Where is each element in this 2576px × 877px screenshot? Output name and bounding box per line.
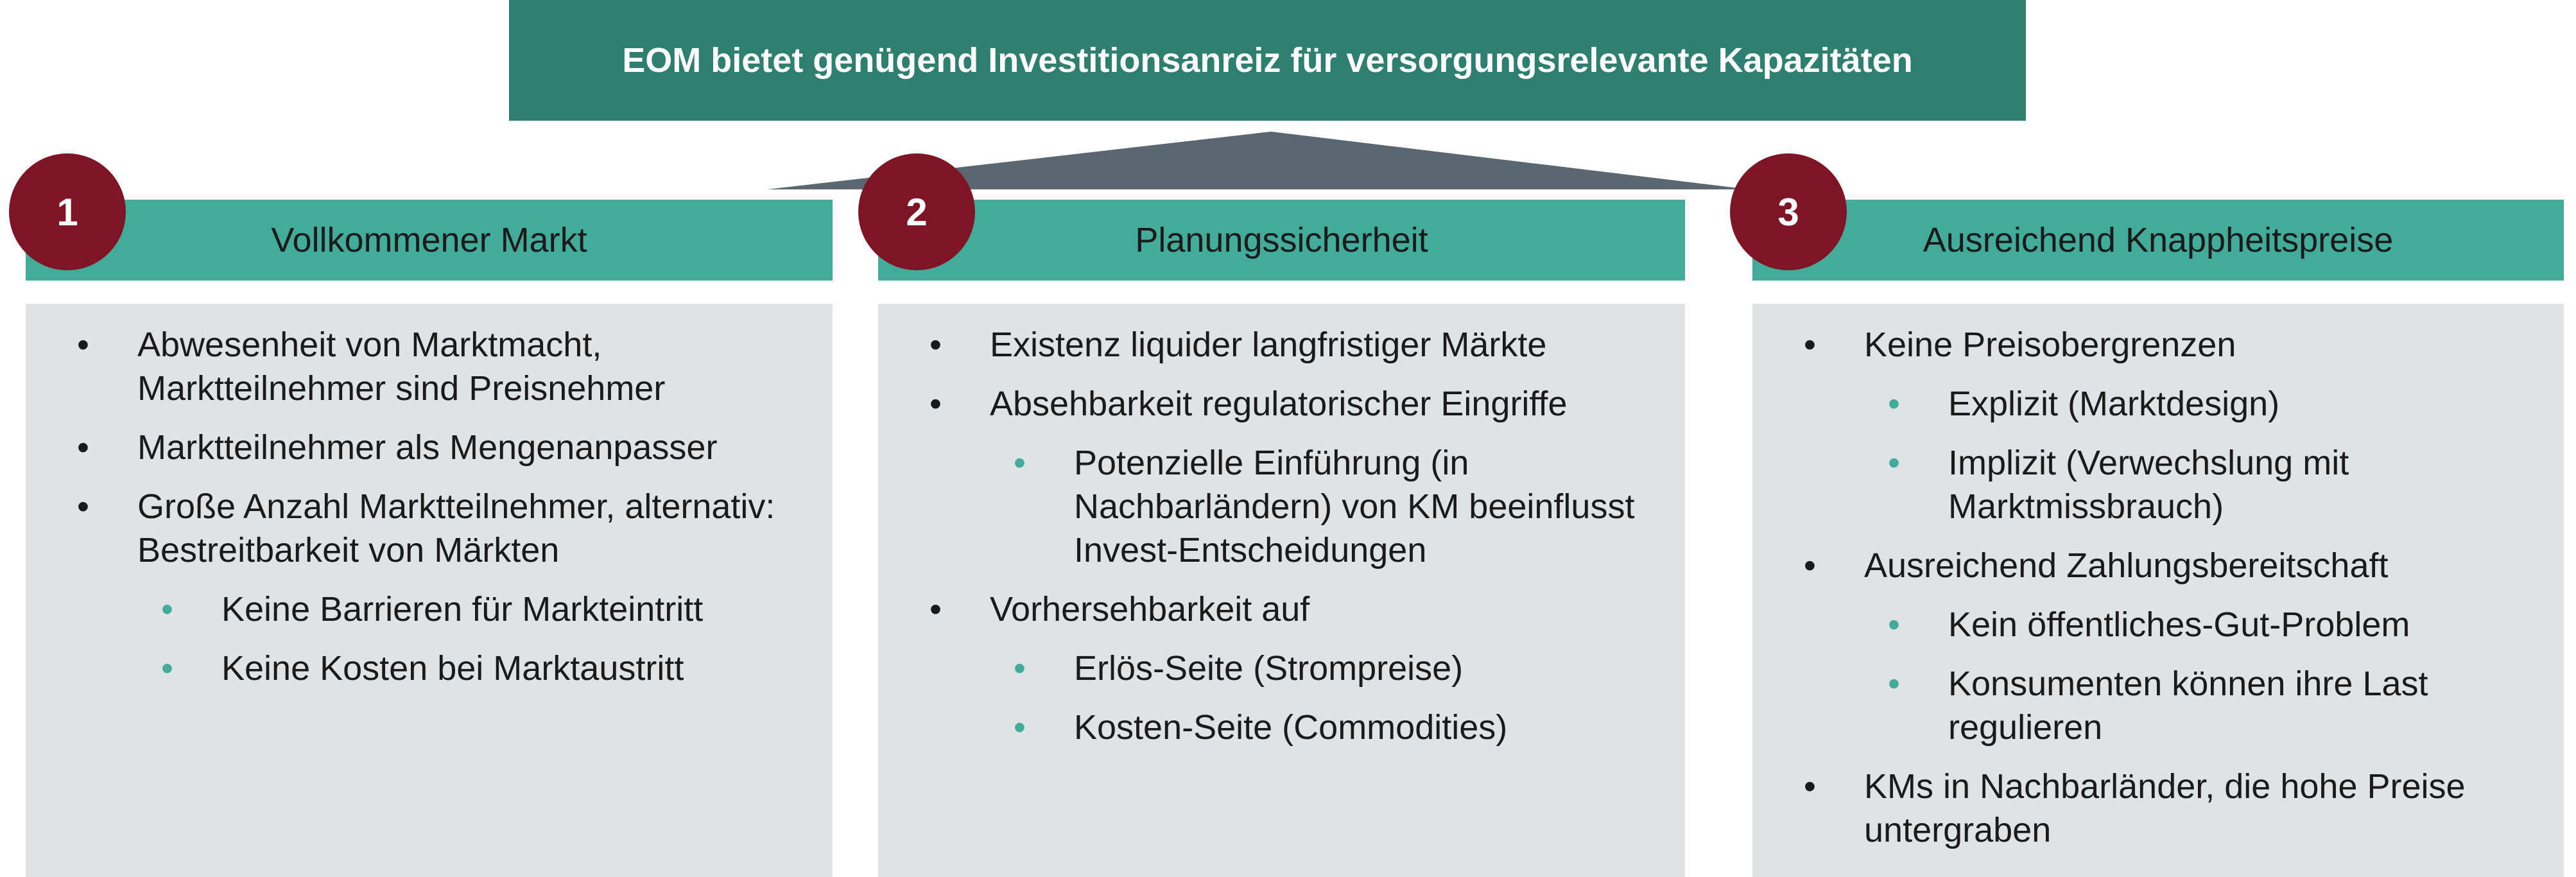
bullet-text: Keine Kosten bei Marktaustritt bbox=[221, 649, 684, 688]
bullet-text: Abwesenheit von Marktmacht, Marktteilneh… bbox=[137, 326, 666, 408]
bullet-text: Erlös-Seite (Strompreise) bbox=[1074, 649, 1464, 688]
pillar-title: Vollkommener Markt bbox=[271, 221, 587, 259]
bullet-icon: • bbox=[77, 428, 89, 467]
bullet-text: Existenz liquider langfristiger Märkte bbox=[990, 326, 1547, 364]
bullet-icon: • bbox=[1888, 664, 1900, 703]
bullet-icon: • bbox=[929, 326, 942, 364]
bullet-text: Explizit (Marktdesign) bbox=[1948, 385, 2280, 423]
bullet-text: Kosten-Seite (Commodities) bbox=[1074, 708, 1508, 747]
bullet-text: Konsumenten können ihre Last regulieren bbox=[1948, 664, 2428, 747]
sub-bullet-item: • Kosten-Seite (Commodities) bbox=[904, 706, 1666, 749]
bullet-icon: • bbox=[1014, 708, 1026, 747]
pillar-body: • Keine Preisobergrenzen • Explizit (Marktd… bbox=[1752, 304, 2564, 877]
roof-triangle bbox=[767, 132, 1749, 189]
sub-bullet-item: • Explizit (Marktdesign) bbox=[1778, 382, 2545, 426]
bullet-item: • Marktteilnehmer als Mengenanpasser bbox=[51, 426, 813, 469]
bullet-item: • Keine Preisobergrenzen bbox=[1778, 323, 2545, 367]
bullet-text: Kein öffentliches-Gut-Problem bbox=[1948, 605, 2410, 644]
bullet-item: • Große Anzahl Marktteilnehmer, alternati… bbox=[51, 485, 813, 572]
bullet-icon: • bbox=[929, 590, 942, 629]
bullet-icon: • bbox=[77, 326, 89, 364]
bullet-item: • KMs in Nachbarländer, die hohe Preise u… bbox=[1778, 765, 2545, 852]
pillar-number-badge: 1 bbox=[9, 153, 126, 270]
bullet-icon: • bbox=[161, 590, 173, 629]
bullet-item: • Abwesenheit von Marktmacht, Marktteilne… bbox=[51, 323, 813, 410]
pillar-title: Ausreichend Knappheitspreise bbox=[1923, 221, 2394, 259]
sub-bullet-item: • Keine Barrieren für Markteintritt bbox=[51, 587, 813, 631]
pillar-header: Ausreichend Knappheitspreise bbox=[1752, 200, 2564, 281]
bullet-icon: • bbox=[1804, 767, 1816, 806]
pillar-body: • Abwesenheit von Marktmacht, Marktteilne… bbox=[26, 304, 833, 877]
bullet-text: Keine Preisobergrenzen bbox=[1864, 326, 2236, 364]
bullet-icon: • bbox=[161, 649, 173, 688]
sub-bullet-item: • Keine Kosten bei Marktaustritt bbox=[51, 647, 813, 690]
bullet-text: Absehbarkeit regulatorischer Eingriffe bbox=[990, 385, 1568, 423]
bullet-icon: • bbox=[1888, 444, 1900, 482]
pillar-header: Vollkommener Markt bbox=[26, 200, 833, 281]
pillar-body: • Existenz liquider langfristiger Märkte •… bbox=[878, 304, 1685, 877]
bullet-icon: • bbox=[1014, 649, 1026, 688]
bullet-text: Potenzielle Einführung (in Nachbarländer… bbox=[1074, 444, 1635, 569]
pillar-title: Planungssicherheit bbox=[1135, 221, 1428, 259]
bullet-text: Marktteilnehmer als Mengenanpasser bbox=[137, 428, 718, 467]
bullet-text: Vorhersehbarkeit auf bbox=[990, 590, 1310, 629]
sub-bullet-item: • Implizit (Verwechslung mit Marktmissbra… bbox=[1778, 441, 2545, 528]
sub-bullet-item: • Kein öffentliches-Gut-Problem bbox=[1778, 603, 2545, 647]
bullet-item: • Vorhersehbarkeit auf bbox=[904, 587, 1666, 631]
bullet-item: • Absehbarkeit regulatorischer Eingriffe bbox=[904, 382, 1666, 426]
bullet-icon: • bbox=[1888, 605, 1900, 644]
pillar-header: Planungssicherheit bbox=[878, 200, 1685, 281]
bullet-item: • Ausreichend Zahlungsbereitschaft bbox=[1778, 544, 2545, 587]
bullet-text: KMs in Nachbarländer, die hohe Preise un… bbox=[1864, 767, 2466, 849]
bullet-icon: • bbox=[77, 487, 89, 526]
bullet-list: • Existenz liquider langfristiger Märkte •… bbox=[904, 323, 1666, 749]
bullet-icon: • bbox=[929, 385, 942, 423]
bullet-list: • Keine Preisobergrenzen • Explizit (Marktd… bbox=[1778, 323, 2545, 852]
bullet-icon: • bbox=[1804, 326, 1816, 364]
bullet-icon: • bbox=[1014, 444, 1026, 482]
pillar-number-badge: 2 bbox=[858, 153, 975, 270]
bullet-list: • Abwesenheit von Marktmacht, Marktteilne… bbox=[51, 323, 813, 690]
pillar-number-badge: 3 bbox=[1730, 153, 1847, 270]
sub-bullet-item: • Erlös-Seite (Strompreise) bbox=[904, 647, 1666, 690]
sub-bullet-item: • Konsumenten können ihre Last regulieren bbox=[1778, 662, 2545, 749]
bullet-icon: • bbox=[1804, 546, 1816, 585]
bullet-text: Große Anzahl Marktteilnehmer, alternativ… bbox=[137, 487, 775, 569]
bullet-text: Implizit (Verwechslung mit Marktmissbrau… bbox=[1948, 444, 2349, 526]
bullet-icon: • bbox=[1888, 385, 1900, 423]
bullet-item: • Existenz liquider langfristiger Märkte bbox=[904, 323, 1666, 367]
bullet-text: Ausreichend Zahlungsbereitschaft bbox=[1864, 546, 2389, 585]
sub-bullet-item: • Potenzielle Einführung (in Nachbarlände… bbox=[904, 441, 1666, 572]
bullet-text: Keine Barrieren für Markteintritt bbox=[221, 590, 704, 629]
